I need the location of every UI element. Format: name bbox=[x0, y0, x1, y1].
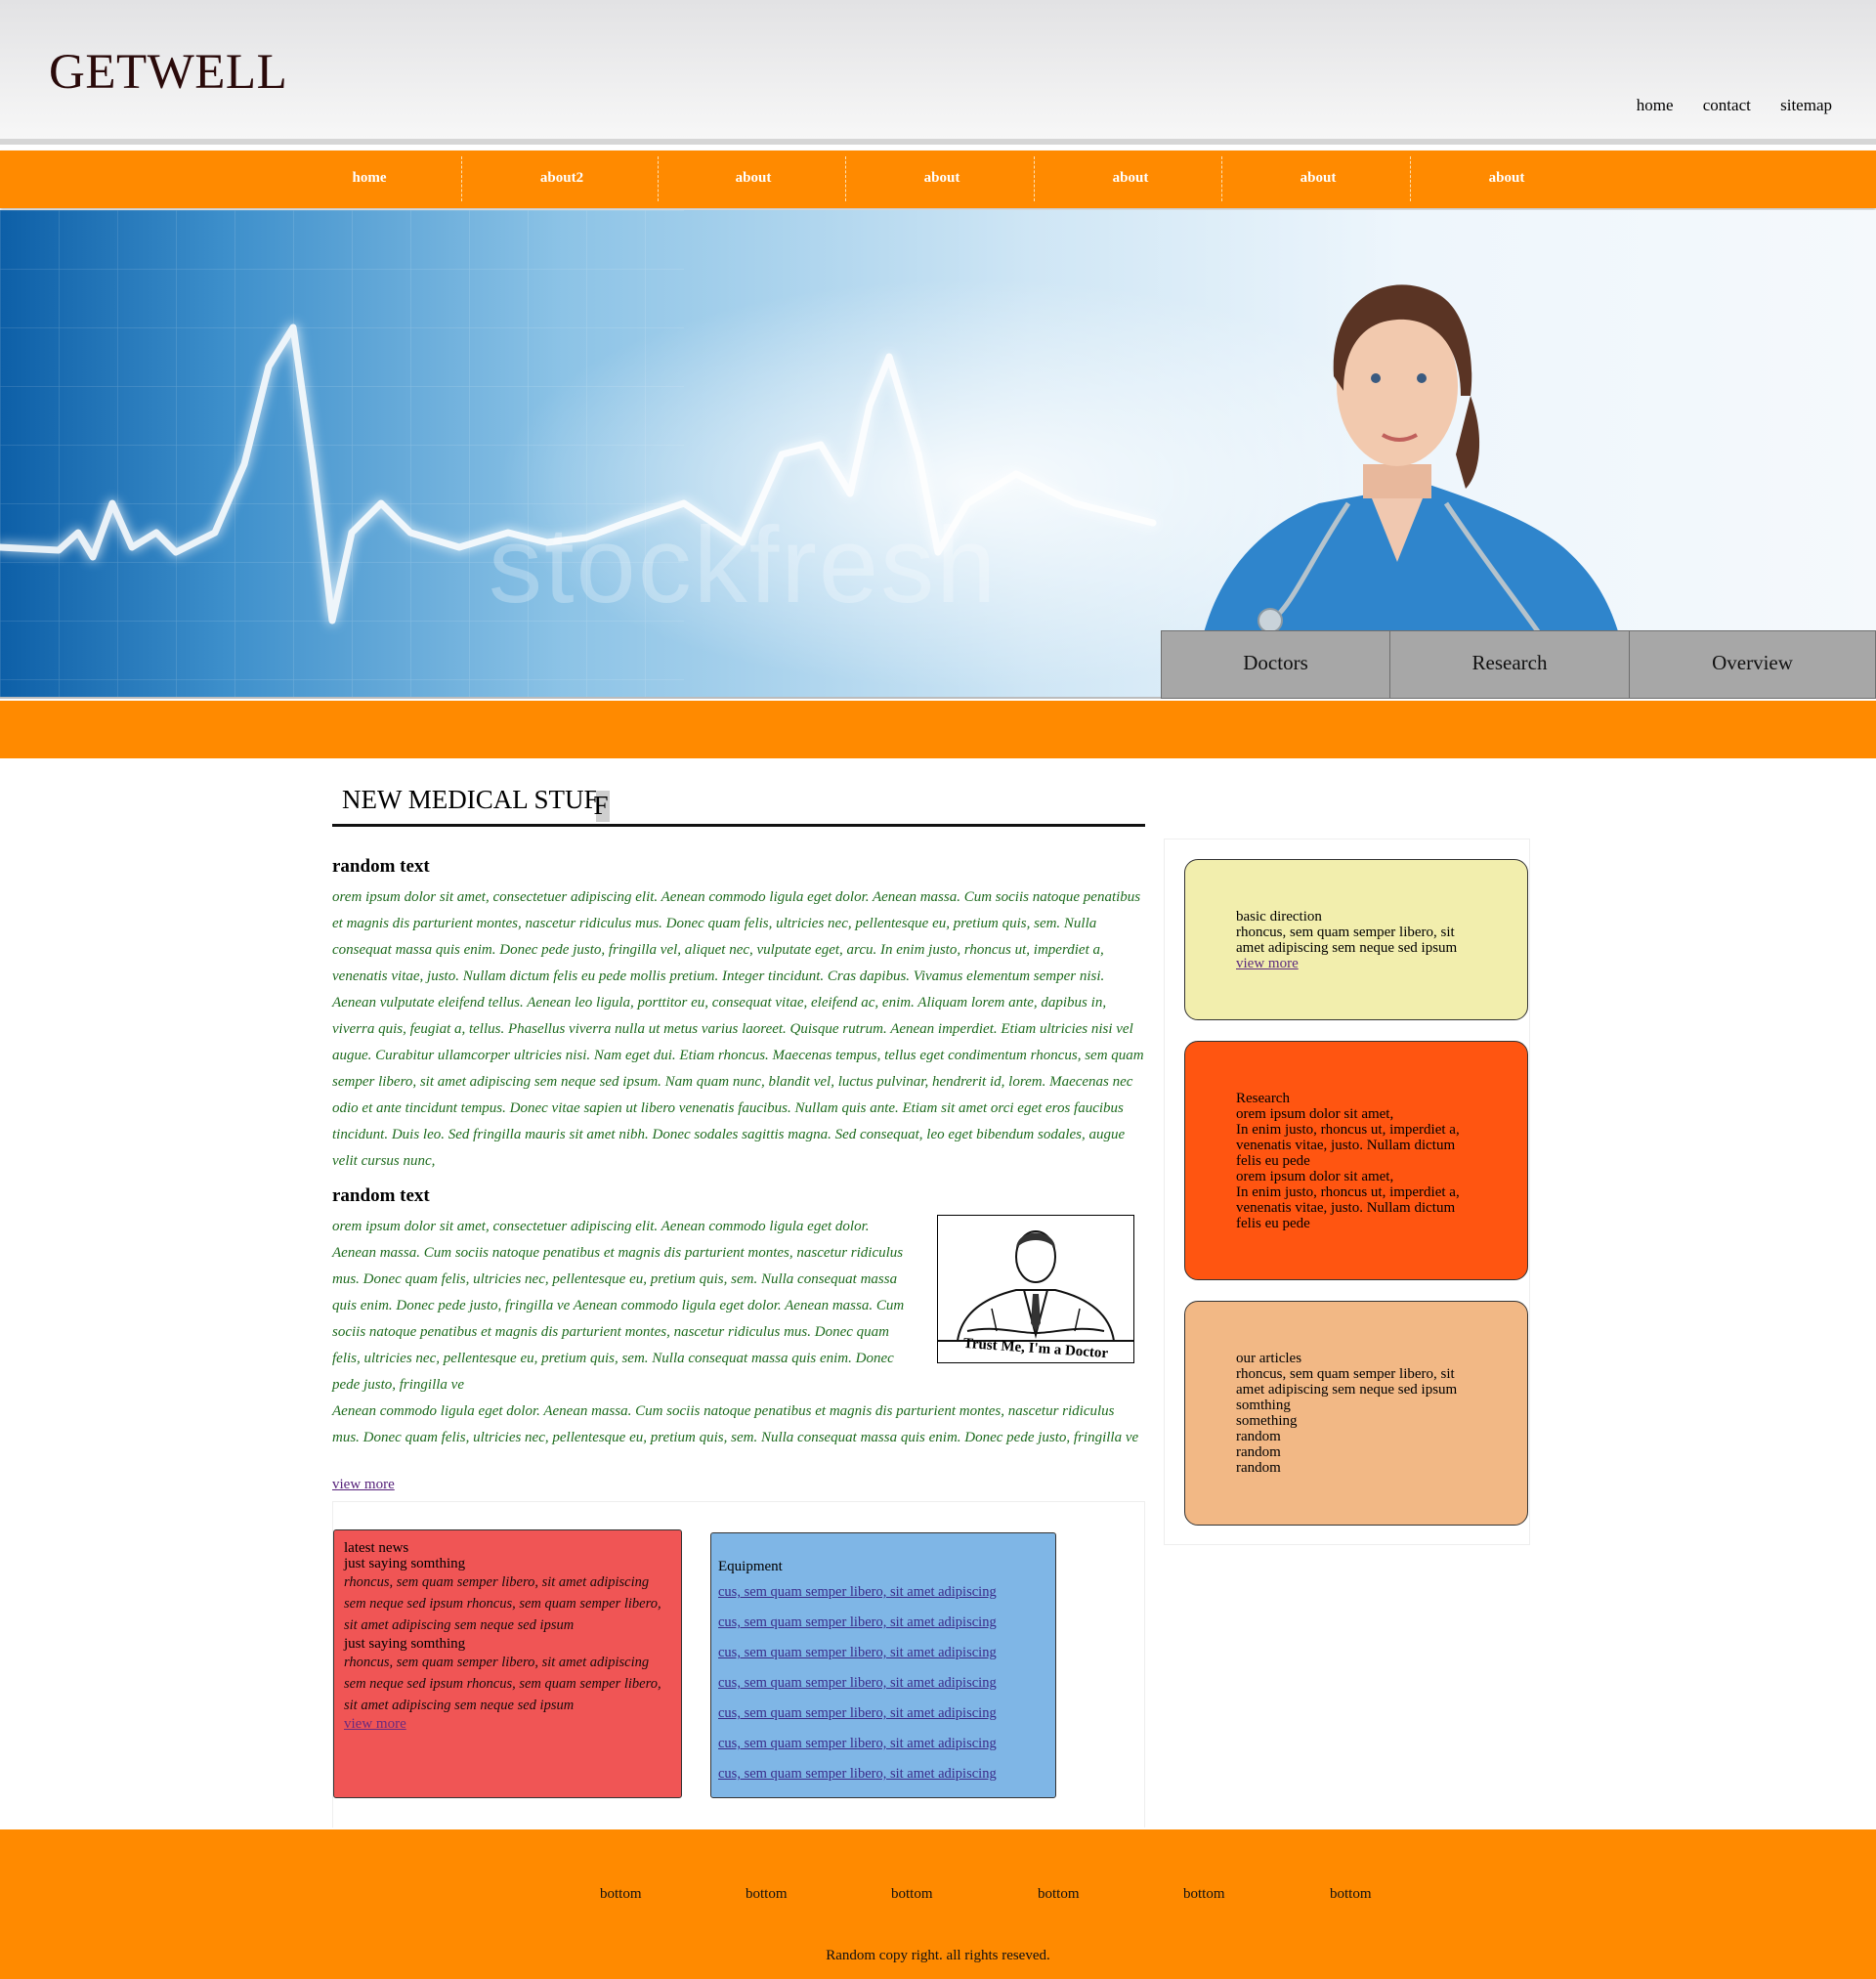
nav-item-about[interactable]: about bbox=[1437, 151, 1576, 208]
box-line: something bbox=[1236, 1413, 1298, 1429]
equipment-link[interactable]: cus, sem quam semper libero, sit amet ad… bbox=[718, 1608, 1048, 1638]
box-text: rhoncus, sem quam semper libero, sit ame… bbox=[1236, 925, 1458, 956]
equipment-title: Equipment bbox=[718, 1559, 783, 1574]
nav-item-about2[interactable]: about2 bbox=[489, 151, 635, 208]
top-link-contact[interactable]: contact bbox=[1703, 96, 1751, 114]
box-title: our articles bbox=[1236, 1351, 1302, 1366]
research-box: Research orem ipsum dolor sit amet, In e… bbox=[1184, 1041, 1528, 1280]
box-line: orem ipsum dolor sit amet, bbox=[1236, 1106, 1394, 1122]
view-more-link[interactable]: view more bbox=[332, 1477, 395, 1493]
top-link-home[interactable]: home bbox=[1637, 96, 1674, 114]
news-title: latest news bbox=[344, 1540, 409, 1556]
news-item-text: rhoncus, sem quam semper libero, sit ame… bbox=[344, 1655, 661, 1713]
basic-direction-box: basic direction rhoncus, sem quam semper… bbox=[1184, 859, 1528, 1020]
equipment-link[interactable]: cus, sem quam semper libero, sit amet ad… bbox=[718, 1668, 1048, 1699]
top-links: home contact sitemap bbox=[1611, 96, 1832, 115]
page-title-last-char: F bbox=[593, 791, 609, 820]
hero-banner: stockfresh bbox=[0, 210, 1876, 699]
nav-divider bbox=[845, 156, 846, 201]
section-heading: random text bbox=[332, 856, 430, 877]
nav-divider bbox=[658, 156, 659, 201]
page-title: NEW MEDICAL STUFF bbox=[332, 782, 1145, 827]
nav-item-about[interactable]: about bbox=[684, 151, 823, 208]
footer-link[interactable]: bottom bbox=[1183, 1886, 1225, 1903]
orange-band bbox=[0, 701, 1876, 758]
trust-me-doctor-image: Trust Me, I'm a Doctor bbox=[937, 1215, 1134, 1363]
news-view-more-link[interactable]: view more bbox=[344, 1716, 406, 1732]
box-title: Research bbox=[1236, 1091, 1290, 1106]
nav-item-about[interactable]: about bbox=[1061, 151, 1200, 208]
our-articles-box: our articles rhoncus, sem quam semper li… bbox=[1184, 1301, 1528, 1526]
footer-link[interactable]: bottom bbox=[1330, 1886, 1372, 1903]
footer-link[interactable]: bottom bbox=[891, 1886, 933, 1903]
main-nav: home about2 about about about about abou… bbox=[0, 151, 1876, 208]
box-line: somthing bbox=[1236, 1398, 1291, 1413]
body-paragraph: orem ipsum dolor sit amet, consectetuer … bbox=[332, 1219, 905, 1393]
box-line: orem ipsum dolor sit amet, bbox=[1236, 1169, 1394, 1184]
box-title: basic direction bbox=[1236, 909, 1322, 925]
nav-divider bbox=[1410, 156, 1411, 201]
copyright-text: Random copy right. all rights reseved. bbox=[826, 1948, 1050, 1963]
latest-news-box: latest news just saying somthing rhoncus… bbox=[333, 1529, 682, 1798]
box-line: In enim justo, rhoncus ut, imperdiet a, … bbox=[1236, 1184, 1460, 1231]
site-logo[interactable]: GETWELL bbox=[49, 44, 287, 101]
nav-divider bbox=[1221, 156, 1222, 201]
tab-doctors[interactable]: Doctors bbox=[1161, 630, 1390, 699]
equipment-box: Equipment cus, sem quam semper libero, s… bbox=[710, 1532, 1056, 1798]
top-link-sitemap[interactable]: sitemap bbox=[1780, 96, 1832, 114]
box-line: random bbox=[1236, 1444, 1281, 1460]
news-item-text: rhoncus, sem quam semper libero, sit ame… bbox=[344, 1574, 661, 1633]
nav-divider bbox=[461, 156, 462, 201]
equipment-link[interactable]: cus, sem quam semper libero, sit amet ad… bbox=[718, 1638, 1048, 1668]
equipment-link[interactable]: cus, sem quam semper libero, sit amet ad… bbox=[718, 1729, 1048, 1759]
box-line: random bbox=[1236, 1429, 1281, 1444]
footer-link[interactable]: bottom bbox=[600, 1886, 642, 1903]
site-header: GETWELL home contact sitemap bbox=[0, 0, 1876, 145]
site-footer: bottom bottom bottom bottom bottom botto… bbox=[0, 1829, 1876, 1979]
page-title-text: NEW MEDICAL STUF bbox=[342, 785, 599, 814]
footer-link[interactable]: bottom bbox=[1038, 1886, 1080, 1903]
body-paragraph: Aenean commodo ligula eget dolor. Aenean… bbox=[332, 1403, 1139, 1445]
hero-tabs: Doctors Research Overview bbox=[1161, 630, 1876, 699]
box-line: random bbox=[1236, 1460, 1281, 1476]
nav-item-home[interactable]: home bbox=[313, 151, 426, 208]
nav-item-about[interactable]: about bbox=[873, 151, 1011, 208]
nav-divider bbox=[1034, 156, 1035, 201]
tab-overview[interactable]: Overview bbox=[1629, 630, 1876, 699]
section-heading: random text bbox=[332, 1185, 430, 1206]
box-text: rhoncus, sem quam semper libero, sit ame… bbox=[1236, 1366, 1458, 1398]
box-view-more-link[interactable]: view more bbox=[1236, 956, 1299, 971]
text-cursor-highlight: F bbox=[593, 791, 610, 822]
body-paragraph: orem ipsum dolor sit amet, consectetuer … bbox=[332, 889, 1144, 1169]
equipment-link[interactable]: cus, sem quam semper libero, sit amet ad… bbox=[718, 1699, 1048, 1729]
equipment-link[interactable]: cus, sem quam semper libero, sit amet ad… bbox=[718, 1759, 1048, 1789]
equipment-link[interactable]: cus, sem quam semper libero, sit amet ad… bbox=[718, 1577, 1048, 1608]
hero-watermark: stockfresh bbox=[489, 505, 999, 625]
box-line: In enim justo, rhoncus ut, imperdiet a, … bbox=[1236, 1122, 1460, 1169]
nav-item-about[interactable]: about bbox=[1249, 151, 1387, 208]
footer-link[interactable]: bottom bbox=[746, 1886, 788, 1903]
news-item-heading: just saying somthing bbox=[344, 1636, 466, 1652]
tab-research[interactable]: Research bbox=[1389, 630, 1630, 699]
news-item-heading: just saying somthing bbox=[344, 1556, 466, 1571]
